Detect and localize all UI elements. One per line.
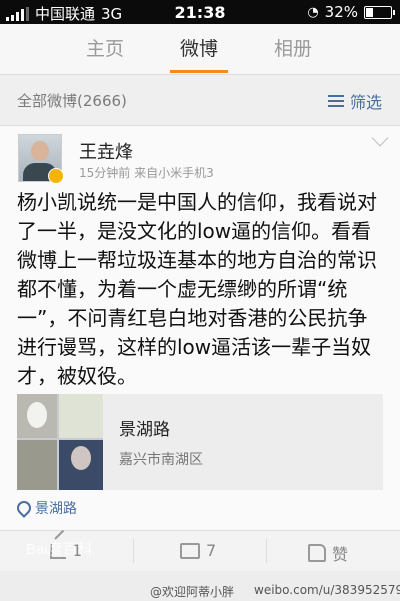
profile-tabs: 主页 微博 相册 xyxy=(0,24,400,75)
like-icon xyxy=(308,544,326,562)
battery-icon xyxy=(364,5,395,19)
location-card-title: 景湖路 xyxy=(119,420,170,440)
location-card-subtitle: 嘉兴市南湖区 xyxy=(119,452,203,468)
action-divider xyxy=(133,539,134,563)
alarm-icon: ◔ xyxy=(307,4,319,20)
action-divider xyxy=(266,539,267,563)
status-bar: 中国联通 3G 21:38 ◔ 32% xyxy=(0,0,400,24)
location-label: 景湖路 xyxy=(35,501,77,517)
footer-watermark: @欢迎阿蒂小胖 weibo.com/u/3839525795 xyxy=(0,578,400,601)
post-meta: 15分钟前 来自小米手机3 xyxy=(79,166,214,180)
filter-icon xyxy=(327,94,344,108)
battery-percent: 32% xyxy=(324,3,358,21)
filter-button-label: 筛选 xyxy=(349,93,382,112)
location-link[interactable]: 景湖路 xyxy=(14,498,77,518)
footer-watermark-handle: @欢迎阿蒂小胖 xyxy=(150,585,235,599)
active-tab-indicator xyxy=(170,70,228,73)
location-card[interactable]: 景湖路 嘉兴市南湖区 xyxy=(17,394,383,490)
verified-badge-icon xyxy=(48,168,64,184)
location-pin-icon xyxy=(14,498,34,518)
like-button[interactable]: 赞 xyxy=(308,541,348,565)
post-text: 杨小凯说统一是中国人的信仰，我看说对了一半，是没文化的low逼的信仰。看看微博上… xyxy=(17,190,377,388)
tab-weibo[interactable]: 微博 xyxy=(154,24,244,74)
filter-bar: 全部微博(2666) 筛选 xyxy=(0,75,400,126)
chevron-down-icon[interactable] xyxy=(371,129,389,147)
footer-watermark-url: weibo.com/u/3839525795 xyxy=(254,583,400,597)
like-label: 赞 xyxy=(332,545,349,564)
comment-count: 7 xyxy=(206,541,217,560)
weibo-post-card: 王垚烽 15分钟前 来自小米手机3 杨小凯说统一是中国人的信仰，我看说对了一半，… xyxy=(0,126,400,536)
comment-button[interactable]: 7 xyxy=(180,541,216,560)
tab-home[interactable]: 主页 xyxy=(60,24,150,74)
status-right: ◔ 32% xyxy=(307,3,395,21)
filter-button[interactable]: 筛选 xyxy=(327,89,382,113)
comment-icon xyxy=(180,542,200,559)
tab-album[interactable]: 相册 xyxy=(248,24,338,74)
filter-title: 全部微博(2666) xyxy=(17,92,127,110)
baike-watermark: Bai度百科 xyxy=(26,541,93,558)
author-name[interactable]: 王垚烽 xyxy=(79,138,133,164)
location-thumbnail xyxy=(17,394,103,490)
